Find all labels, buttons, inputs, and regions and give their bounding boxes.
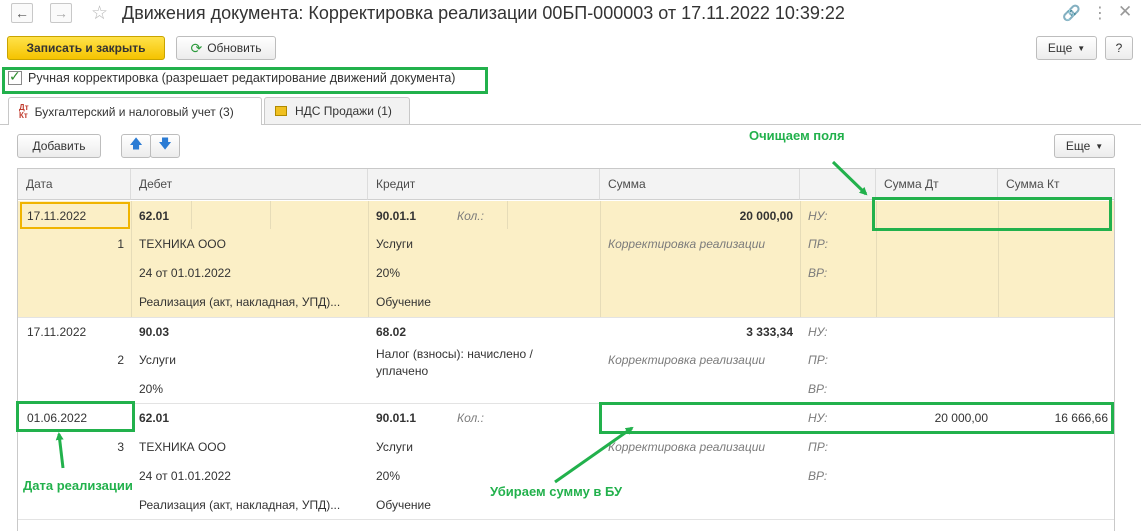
annotation-arrows: [55, 160, 868, 484]
arrow-to-sum: [554, 426, 634, 484]
arrow-to-sale-date: [55, 432, 65, 469]
arrow-to-clear-fields: [831, 160, 868, 196]
